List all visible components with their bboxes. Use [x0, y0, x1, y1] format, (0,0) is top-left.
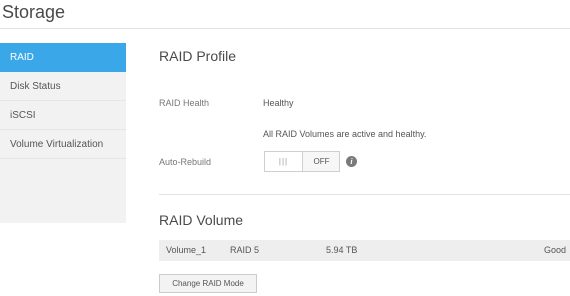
raid-health-detail: All RAID Volumes are active and healthy.	[263, 129, 427, 139]
page-title: Storage	[2, 2, 66, 22]
sidebar-item-disk-status[interactable]: Disk Status	[0, 72, 126, 101]
auto-rebuild-toggle[interactable]: ||| OFF	[264, 151, 340, 172]
auto-rebuild-label: Auto-Rebuild	[159, 157, 212, 167]
info-icon[interactable]: i	[346, 156, 357, 167]
sidebar-item-raid[interactable]: RAID	[0, 43, 126, 72]
section-divider	[159, 194, 570, 195]
sidebar-item-volume-virtualization[interactable]: Volume Virtualization	[0, 130, 126, 159]
raid-health-label: RAID Health	[159, 98, 210, 108]
raid-health-value: Healthy	[263, 98, 294, 108]
volume-size: 5.94 TB	[326, 245, 358, 255]
toggle-state: OFF	[313, 157, 330, 166]
raid-profile-title: RAID Profile	[159, 48, 237, 64]
sidebar-item-iscsi[interactable]: iSCSI	[0, 101, 126, 130]
volume-status: Good	[543, 245, 566, 255]
title-divider	[0, 28, 570, 29]
sidebar: RAID Disk Status iSCSI Volume Virtualiza…	[0, 43, 126, 223]
volume-raid-mode: RAID 5	[230, 245, 260, 255]
toggle-grip-icon: |||	[265, 152, 303, 171]
table-row: Volume_1 RAID 5 5.94 TB Good	[159, 240, 570, 261]
volume-name: Volume_1	[166, 245, 207, 255]
raid-volume-title: RAID Volume	[159, 212, 244, 228]
change-raid-mode-button[interactable]: Change RAID Mode	[159, 274, 257, 293]
